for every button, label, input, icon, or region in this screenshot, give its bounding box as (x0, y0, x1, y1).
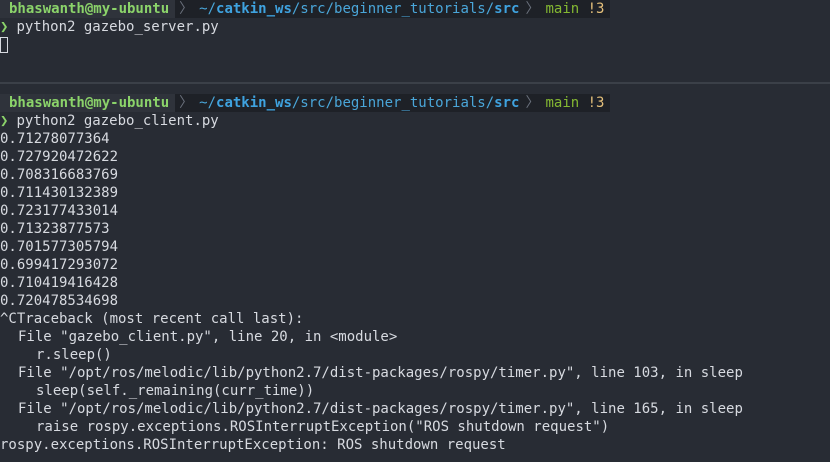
path-root: catkin_ws (216, 1, 292, 17)
traceback-line: File "gazebo_client.py", line 20, in <mo… (18, 329, 398, 345)
command-text: python2 gazebo_client.py (16, 113, 219, 129)
path-middle: /src/beginner_tutorials/ (291, 1, 495, 17)
prompt-git: main !3 (543, 0, 610, 18)
output-line: 0.708316683769 (0, 167, 119, 183)
path-middle: /src/beginner_tutorials/ (291, 95, 495, 111)
terminal-pane-top[interactable]: bhaswanth@my-ubuntu 〉 ~/catkin_ws/src/be… (0, 0, 830, 82)
prompt-path: ~/catkin_ws/src/beginner_tutorials/src (197, 0, 521, 18)
path-last: src (494, 1, 520, 17)
prompt-git: main !3 (543, 94, 610, 112)
git-status: !3 (587, 1, 605, 17)
git-status: !3 (587, 95, 605, 111)
error-message: rospy.exceptions.ROSInterruptException: … (0, 437, 506, 453)
path-last: src (494, 95, 520, 111)
command-line: ❯ python2 gazebo_client.py (0, 112, 830, 130)
command-line: ❯ python2 gazebo_server.py (0, 18, 830, 36)
output-line: 0.711430132389 (0, 185, 119, 201)
prompt-separator-icon: 〉 (525, 95, 540, 111)
prompt-separator-icon: 〉 (179, 1, 194, 17)
output-line: 0.710419416428 (0, 275, 119, 291)
prompt-chevron-icon: ❯ (0, 113, 9, 129)
prompt-user-host: bhaswanth@my-ubuntu (0, 94, 176, 112)
command-text: python2 gazebo_server.py (16, 19, 219, 35)
git-branch: main (545, 1, 580, 17)
path-prefix: ~/ (199, 95, 217, 111)
shell-prompt: bhaswanth@my-ubuntu 〉 ~/catkin_ws/src/be… (0, 0, 611, 18)
traceback-line: r.sleep() (36, 347, 112, 363)
output-line: 0.71323877573 (0, 221, 110, 237)
traceback-line: raise rospy.exceptions.ROSInterruptExcep… (36, 419, 610, 435)
path-root: catkin_ws (216, 95, 292, 111)
path-prefix: ~/ (199, 1, 217, 17)
prompt-user-host: bhaswanth@my-ubuntu (0, 0, 176, 18)
text-cursor (0, 37, 8, 53)
terminal-pane-bottom[interactable]: bhaswanth@my-ubuntu 〉 ~/catkin_ws/src/be… (0, 84, 830, 462)
traceback-line: File "/opt/ros/melodic/lib/python2.7/dis… (18, 365, 743, 381)
prompt-path: ~/catkin_ws/src/beginner_tutorials/src (197, 94, 521, 112)
output-line: 0.720478534698 (0, 293, 119, 309)
output-line: 0.727920472622 (0, 149, 119, 165)
traceback-line: File "/opt/ros/melodic/lib/python2.7/dis… (18, 401, 743, 417)
output-line: 0.723177433014 (0, 203, 119, 219)
output-line: 0.701577305794 (0, 239, 119, 255)
output-line: 0.699417293072 (0, 257, 119, 273)
prompt-separator-icon: 〉 (179, 95, 194, 111)
output-line: 0.71278077364 (0, 131, 110, 147)
git-branch: main (545, 95, 580, 111)
input-line[interactable] (0, 36, 830, 54)
command-output: 0.71278077364 0.727920472622 0.708316683… (0, 130, 830, 454)
traceback-line: sleep(self._remaining(curr_time)) (36, 383, 315, 399)
prompt-chevron-icon: ❯ (0, 19, 9, 35)
shell-prompt: bhaswanth@my-ubuntu 〉 ~/catkin_ws/src/be… (0, 94, 611, 112)
traceback-header: ^CTraceback (most recent call last): (0, 311, 304, 327)
prompt-separator-icon: 〉 (525, 1, 540, 17)
